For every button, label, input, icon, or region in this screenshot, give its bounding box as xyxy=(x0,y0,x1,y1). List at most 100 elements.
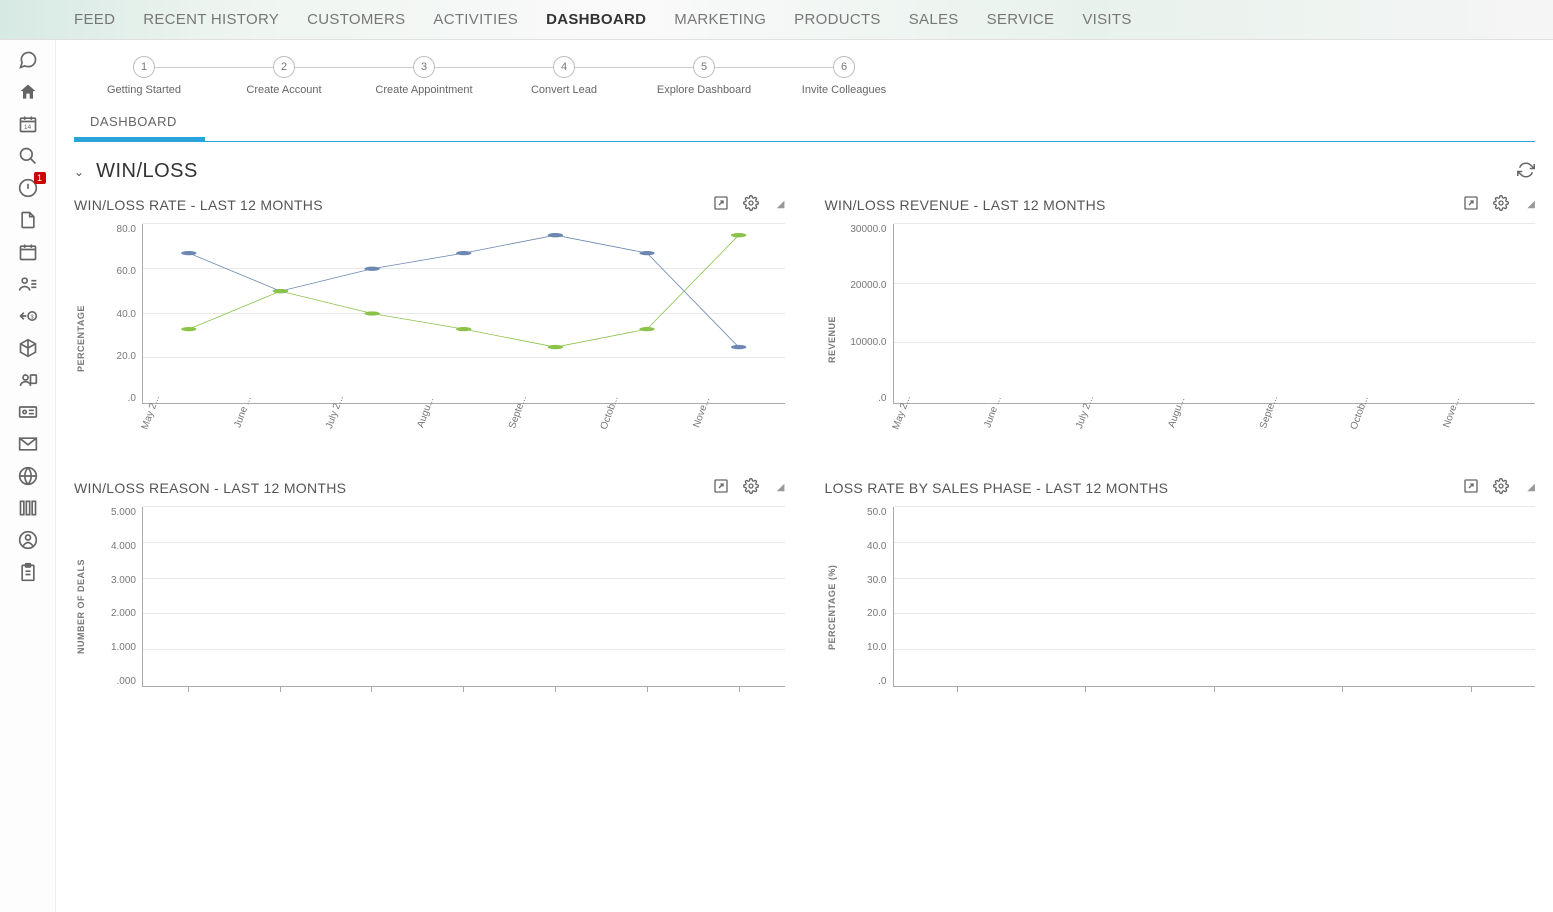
x-tick xyxy=(234,687,326,707)
topnav-item-marketing[interactable]: MARKETING xyxy=(660,11,780,28)
topnav-item-service[interactable]: SERVICE xyxy=(973,11,1069,28)
topnav-item-customers[interactable]: CUSTOMERS xyxy=(293,11,419,28)
winloss-revenue-card: WIN/LOSS REVENUE - LAST 12 MONTHS ◢ REVE… xyxy=(825,195,1536,454)
gear-icon[interactable] xyxy=(1493,478,1509,497)
resize-handle[interactable]: ◢ xyxy=(1523,199,1535,210)
svg-text:14: 14 xyxy=(23,124,31,131)
clipboard-icon[interactable] xyxy=(8,558,48,586)
section-title: WIN/LOSS xyxy=(96,160,198,183)
y-tick: 2.000 xyxy=(111,608,136,619)
mail-icon[interactable] xyxy=(8,430,48,458)
wizard-step-number: 4 xyxy=(553,56,575,78)
wizard-step-6[interactable]: 6Invite Colleagues xyxy=(774,56,914,96)
wizard-step-5[interactable]: 5Explore Dashboard xyxy=(634,56,774,96)
wizard-step-number: 3 xyxy=(413,56,435,78)
search-icon[interactable] xyxy=(8,142,48,170)
winloss-rate-card: WIN/LOSS RATE - LAST 12 MONTHS ◢ PERCENT… xyxy=(74,195,785,454)
loss-rate-phase-card: LOSS RATE BY SALES PHASE - LAST 12 MONTH… xyxy=(825,478,1536,707)
y-tick: 40.0 xyxy=(867,541,886,552)
columns-icon[interactable] xyxy=(8,494,48,522)
gear-icon[interactable] xyxy=(743,195,759,214)
topnav-item-feed[interactable]: FEED xyxy=(60,11,129,28)
expand-icon[interactable] xyxy=(1463,195,1479,214)
wizard-step-3[interactable]: 3Create Appointment xyxy=(354,56,494,96)
x-tick xyxy=(601,687,693,707)
calendar-14-icon[interactable]: 14 xyxy=(8,110,48,138)
calendar-icon[interactable] xyxy=(8,238,48,266)
y-axis-label: REVENUE xyxy=(825,224,839,454)
sidebar: 14 1 $ xyxy=(0,40,56,912)
gear-icon[interactable] xyxy=(1493,195,1509,214)
x-tick xyxy=(142,687,234,707)
x-axis: May 2...June ...July 2...Augu...Septe...… xyxy=(893,404,1536,454)
top-nav: FEEDRECENT HISTORYCUSTOMERSACTIVITIESDAS… xyxy=(0,0,1553,40)
y-tick: 30000.0 xyxy=(850,224,886,235)
resize-handle[interactable]: ◢ xyxy=(1523,482,1535,493)
y-tick: 3.000 xyxy=(111,575,136,586)
x-axis xyxy=(142,687,785,707)
y-tick: 50.0 xyxy=(867,507,886,518)
y-tick: 5.000 xyxy=(111,507,136,518)
y-axis-label: PERCENTAGE xyxy=(74,224,88,454)
page-icon[interactable] xyxy=(8,206,48,234)
topnav-item-activities[interactable]: ACTIVITIES xyxy=(419,11,532,28)
y-tick: .000 xyxy=(117,676,136,687)
wizard-step-number: 1 xyxy=(133,56,155,78)
y-tick: 20000.0 xyxy=(850,280,886,291)
wizard-step-label: Convert Lead xyxy=(531,84,597,96)
wizard-step-4[interactable]: 4 Convert Lead xyxy=(494,56,634,96)
cube-icon[interactable] xyxy=(8,334,48,362)
alert-icon[interactable]: 1 xyxy=(8,174,48,202)
card-title: WIN/LOSS REVENUE - LAST 12 MONTHS xyxy=(825,197,1106,213)
globe-icon[interactable] xyxy=(8,462,48,490)
user-card-icon[interactable] xyxy=(8,366,48,394)
topnav-item-dashboard[interactable]: DASHBOARD xyxy=(532,11,660,28)
bar-chart[interactable] xyxy=(893,224,1536,404)
y-tick: .0 xyxy=(878,393,886,404)
section-header: ⌄ WIN/LOSS xyxy=(74,152,1535,195)
sub-tabs: DASHBOARD xyxy=(74,108,1535,142)
x-tick xyxy=(417,687,509,707)
user-circle-icon[interactable] xyxy=(8,526,48,554)
y-tick: 60.0 xyxy=(117,266,136,277)
collapse-icon[interactable]: ⌄ xyxy=(74,165,84,179)
y-axis: 30000.020000.010000.0.0 xyxy=(839,224,893,404)
wizard-step-1[interactable]: 1 Getting Started xyxy=(74,56,214,96)
topnav-item-products[interactable]: PRODUCTS xyxy=(780,11,895,28)
x-tick xyxy=(1021,687,1150,707)
subtab-dashboard[interactable]: DASHBOARD xyxy=(74,108,205,141)
y-tick: 20.0 xyxy=(117,351,136,362)
wizard-step-label: Getting Started xyxy=(107,84,181,96)
wizard-step-number: 6 xyxy=(833,56,855,78)
card-title: WIN/LOSS RATE - LAST 12 MONTHS xyxy=(74,197,323,213)
resize-handle[interactable]: ◢ xyxy=(773,482,785,493)
onboarding-wizard: 1 Getting Started 2Create Account3Create A… xyxy=(74,56,1535,96)
main-content: 1 Getting Started 2Create Account3Create A… xyxy=(56,40,1553,912)
speech-bubble-icon[interactable] xyxy=(8,46,48,74)
bar-chart[interactable] xyxy=(893,507,1536,687)
line-chart[interactable] xyxy=(142,224,785,404)
topnav-item-sales[interactable]: SALES xyxy=(895,11,973,28)
login-money-icon[interactable]: $ xyxy=(8,302,48,330)
y-tick: 80.0 xyxy=(117,224,136,235)
gear-icon[interactable] xyxy=(743,478,759,497)
topnav-item-visits[interactable]: VISITS xyxy=(1068,11,1145,28)
x-tick xyxy=(693,687,785,707)
y-tick: 20.0 xyxy=(867,608,886,619)
home-icon[interactable] xyxy=(8,78,48,106)
topnav-item-recent-history[interactable]: RECENT HISTORY xyxy=(129,11,293,28)
resize-handle[interactable]: ◢ xyxy=(773,199,785,210)
expand-icon[interactable] xyxy=(713,478,729,497)
x-tick xyxy=(1407,687,1536,707)
refresh-icon[interactable] xyxy=(1517,161,1535,182)
y-tick: 40.0 xyxy=(117,309,136,320)
id-card-icon[interactable] xyxy=(8,398,48,426)
y-tick: 4.000 xyxy=(111,541,136,552)
expand-icon[interactable] xyxy=(1463,478,1479,497)
y-axis: 50.040.030.020.010.0.0 xyxy=(839,507,893,687)
wizard-step-2[interactable]: 2Create Account xyxy=(214,56,354,96)
expand-icon[interactable] xyxy=(713,195,729,214)
x-axis xyxy=(893,687,1536,707)
people-icon[interactable] xyxy=(8,270,48,298)
bar-chart[interactable] xyxy=(142,507,785,687)
